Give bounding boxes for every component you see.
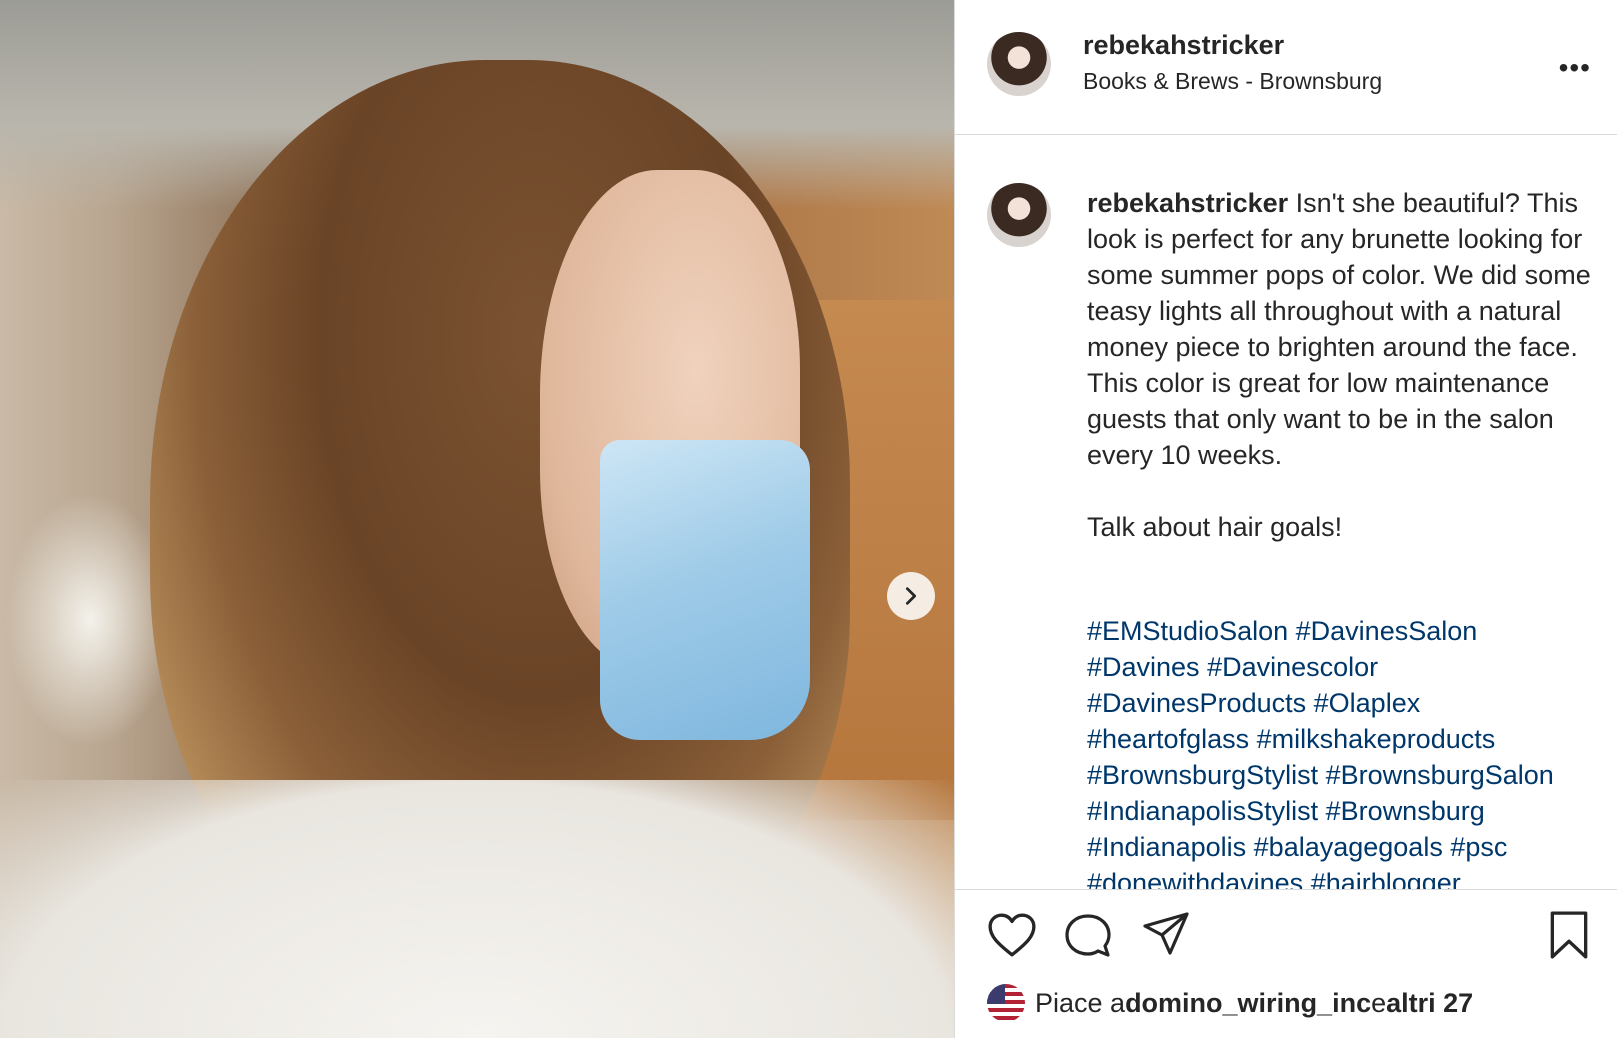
liker-avatar[interactable] [987, 984, 1025, 1022]
hashtag[interactable]: #Brownsburg [1326, 796, 1485, 826]
hashtag[interactable]: #BrownsburgSalon [1326, 760, 1554, 790]
chevron-right-icon [905, 587, 917, 605]
hashtag[interactable]: #Indianapolis [1087, 832, 1246, 862]
hashtag[interactable]: #Davines [1087, 652, 1200, 682]
hashtag[interactable]: #DavinesSalon [1296, 616, 1478, 646]
hashtag[interactable]: #donewithdavines [1087, 868, 1303, 889]
heart-icon[interactable] [987, 912, 1037, 958]
caption-username[interactable]: rebekahstricker [1087, 188, 1288, 218]
post-location[interactable]: Books & Brews - Brownsburg [1083, 68, 1382, 95]
hashtag[interactable]: #psc [1450, 832, 1507, 862]
hashtag[interactable]: #heartofglass [1087, 724, 1249, 754]
hashtag[interactable]: #Olaplex [1314, 688, 1421, 718]
likes-middle: e [1371, 987, 1387, 1018]
comment-icon[interactable] [1063, 912, 1113, 960]
liker-username[interactable]: domino_wiring_inc [1125, 988, 1371, 1019]
post-photo[interactable] [0, 0, 954, 1038]
bookmark-icon[interactable] [1547, 910, 1591, 960]
hashtag[interactable]: #IndianapolisStylist [1087, 796, 1318, 826]
caption-text: rebekahstricker Isn't she beautiful? Thi… [1087, 185, 1597, 545]
hashtag[interactable]: #balayagegoals [1254, 832, 1443, 862]
hashtag[interactable]: #milkshakeproducts [1257, 724, 1496, 754]
likes-others[interactable]: altri 27 [1386, 988, 1473, 1019]
hashtag[interactable]: #DavinesProducts [1087, 688, 1306, 718]
caption-avatar[interactable] [987, 183, 1051, 247]
caption-body: Isn't she beautiful? This look is perfec… [1087, 188, 1591, 470]
face-mask [600, 440, 810, 740]
carousel-next-button[interactable] [887, 572, 935, 620]
send-icon[interactable] [1141, 910, 1191, 958]
header-username[interactable]: rebekahstricker [1083, 30, 1284, 61]
action-bar: Piace a domino_wiring_inc e altri 27 [955, 889, 1617, 1039]
hashtag[interactable]: #hairblogger [1311, 868, 1461, 889]
shirt [0, 780, 954, 1038]
avatar[interactable] [987, 32, 1051, 96]
hashtag[interactable]: #BrownsburgStylist [1087, 760, 1318, 790]
post-header: rebekahstricker Books & Brews - Brownsbu… [955, 0, 1617, 135]
hashtag[interactable]: #Davinescolor [1207, 652, 1378, 682]
more-options-button[interactable]: ••• [1559, 52, 1591, 84]
hashtag-list: #EMStudioSalon #DavinesSalon #Davines #D… [1087, 613, 1597, 889]
caption-line2: Talk about hair goals! [1087, 512, 1343, 542]
caption-section: rebekahstricker Isn't she beautiful? Thi… [955, 135, 1617, 889]
likes-prefix: Piace a [1035, 987, 1126, 1018]
likes-summary: Piace a domino_wiring_inc e altri 27 [987, 984, 1473, 1022]
hashtag[interactable]: #EMStudioSalon [1087, 616, 1288, 646]
